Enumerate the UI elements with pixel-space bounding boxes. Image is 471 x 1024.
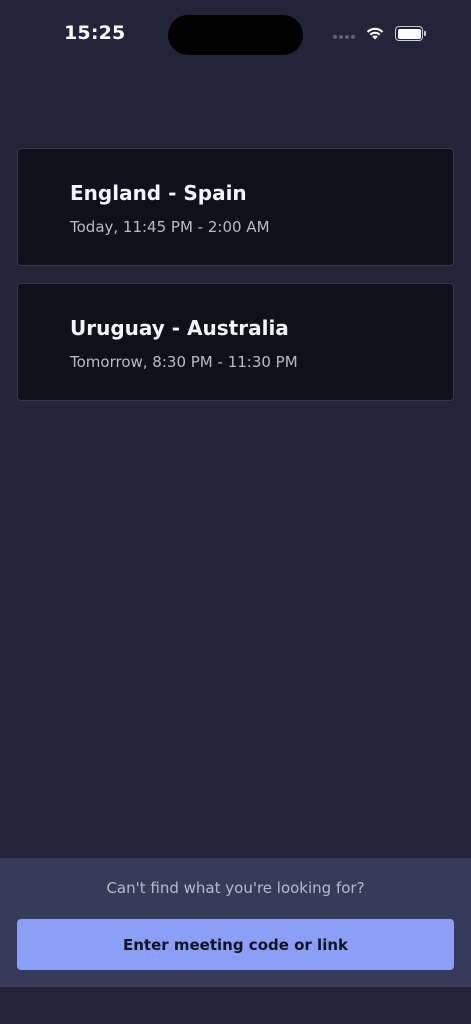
status-bar: 15:25 bbox=[0, 0, 471, 70]
status-icons bbox=[333, 26, 427, 41]
meeting-title: Uruguay - Australia bbox=[70, 316, 289, 340]
enter-meeting-code-button[interactable]: Enter meeting code or link bbox=[17, 919, 454, 970]
meeting-time: Today, 11:45 PM - 2:00 AM bbox=[70, 218, 270, 236]
battery-icon bbox=[395, 26, 427, 41]
meeting-title: England - Spain bbox=[70, 181, 247, 205]
dynamic-island bbox=[168, 15, 303, 55]
meeting-card-england-spain[interactable]: England - Spain Today, 11:45 PM - 2:00 A… bbox=[17, 148, 454, 266]
screen: 15:25 England - Spain Today, 11:45 PM - … bbox=[0, 0, 471, 1024]
meeting-list: England - Spain Today, 11:45 PM - 2:00 A… bbox=[17, 148, 454, 418]
signal-dots-icon bbox=[333, 34, 355, 39]
help-text: Can't find what you're looking for? bbox=[106, 879, 365, 897]
bottom-panel: Can't find what you're looking for? Ente… bbox=[0, 858, 471, 987]
bottom-safe-area bbox=[0, 987, 471, 1024]
meeting-time: Tomorrow, 8:30 PM - 11:30 PM bbox=[70, 353, 298, 371]
status-time: 15:25 bbox=[64, 22, 126, 44]
meeting-card-uruguay-australia[interactable]: Uruguay - Australia Tomorrow, 8:30 PM - … bbox=[17, 283, 454, 401]
wifi-icon bbox=[365, 26, 385, 41]
